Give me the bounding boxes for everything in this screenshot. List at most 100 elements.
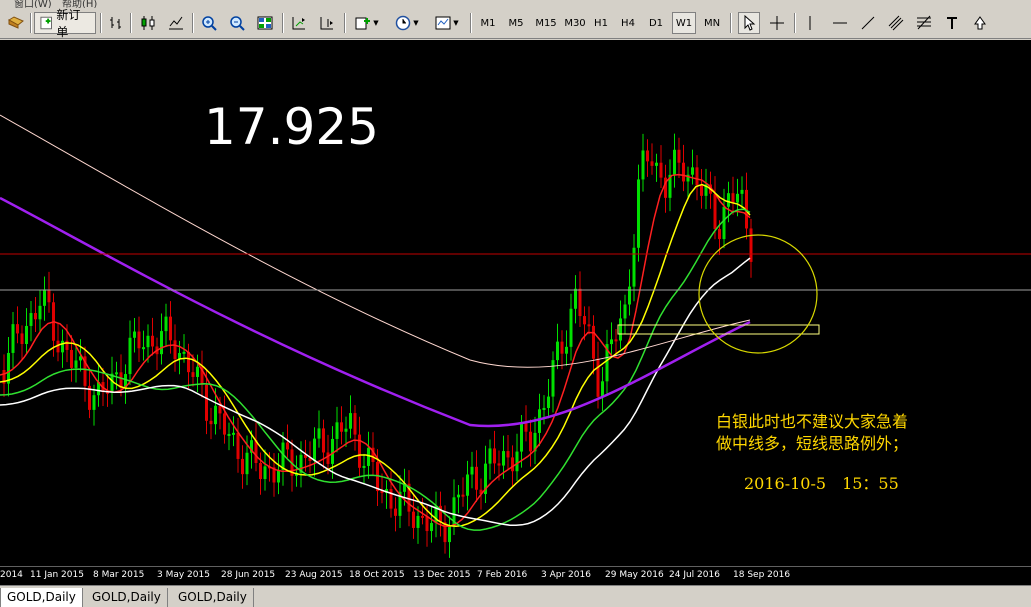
timeframe-w1[interactable]: W1 — [672, 12, 696, 34]
toolbar-separator — [794, 13, 796, 33]
toolbar-separator — [344, 13, 346, 33]
candle-body — [70, 349, 73, 368]
candle-body — [133, 331, 136, 338]
equidistant-channel-tool-button[interactable] — [886, 12, 906, 34]
candle-body — [412, 511, 415, 528]
candle-body — [286, 442, 289, 450]
tile-windows-button[interactable] — [254, 12, 276, 34]
candle-body — [637, 179, 640, 248]
candle-body — [556, 341, 559, 361]
candle-body — [722, 206, 726, 240]
timeframe-h4[interactable]: H4 — [616, 12, 640, 34]
candle-body — [128, 337, 132, 375]
new-order-button[interactable]: 新订单 — [34, 8, 96, 39]
candlestick-button[interactable] — [138, 12, 158, 34]
candle-body — [232, 432, 235, 435]
menu-window[interactable]: 窗口(W) — [14, 0, 52, 8]
candle-body — [574, 288, 577, 309]
vertical-line-icon — [809, 16, 811, 30]
toolbar-separator — [730, 13, 732, 33]
arrows-tool-button[interactable] — [970, 12, 990, 34]
candle-body — [623, 304, 627, 319]
comment-line-1: 白银此时也不建议大家急着 — [716, 412, 909, 431]
candle-body — [191, 372, 195, 377]
auto-scroll-button[interactable] — [288, 12, 310, 34]
timeframe-mn[interactable]: MN — [699, 12, 725, 34]
candle-body — [466, 474, 469, 496]
time-label: 18 Oct 2015 — [349, 570, 405, 580]
timeframe-m1[interactable]: M1 — [476, 12, 500, 34]
time-label: 28 Jun 2015 — [221, 570, 276, 580]
profiles-button[interactable] — [4, 12, 28, 34]
candle-body — [565, 346, 568, 354]
new-order-icon — [40, 16, 52, 30]
horizontal-line-tool-button[interactable] — [830, 12, 850, 34]
timeframe-m30[interactable]: M30 — [561, 12, 589, 34]
text-tool-button[interactable] — [942, 12, 962, 34]
toolbar-separator — [30, 13, 32, 33]
candle-body — [47, 289, 51, 303]
candle-body — [421, 515, 424, 518]
indicators-button[interactable]: ▼ — [350, 12, 384, 34]
candle-body — [367, 447, 370, 466]
candle-body — [731, 193, 735, 203]
candle-body — [488, 448, 492, 464]
highlight-circle — [698, 234, 818, 354]
timeframe-d1[interactable]: D1 — [644, 12, 668, 34]
candle-body — [331, 438, 334, 464]
candle-body — [29, 313, 33, 326]
time-label: 24 Jul 2016 — [669, 570, 720, 580]
vertical-line-tool-button[interactable] — [800, 12, 820, 34]
price-chart[interactable]: 17.925 白银此时也不建议大家急着 做中线多，短线思路例外； 2016-10… — [0, 40, 1031, 566]
candle-body — [362, 465, 366, 468]
zoom-in-button[interactable] — [198, 12, 220, 34]
time-label: 29 May 2016 — [605, 570, 664, 580]
cursor-tool-button[interactable] — [738, 12, 760, 34]
arrow-marker-icon — [974, 16, 986, 30]
trendline-tool-button[interactable] — [858, 12, 878, 34]
chart-tab[interactable]: GOLD,Daily — [172, 588, 254, 607]
timeframe-m15[interactable]: M15 — [532, 12, 560, 34]
candle-body — [205, 384, 208, 421]
timeframe-m5[interactable]: M5 — [503, 12, 529, 34]
candle-body — [506, 451, 510, 458]
fibonacci-icon — [917, 15, 931, 30]
periods-button[interactable]: ▼ — [390, 12, 424, 34]
chart-shift-button[interactable] — [316, 12, 338, 34]
candle-body — [313, 438, 316, 461]
candle-body — [461, 494, 465, 497]
candle-body — [578, 288, 582, 317]
candle-body — [655, 162, 658, 166]
candle-body — [596, 358, 600, 397]
line-chart-button[interactable] — [166, 12, 186, 34]
zoom-out-button[interactable] — [226, 12, 248, 34]
candle-body — [182, 351, 186, 354]
new-order-label: 新订单 — [56, 8, 81, 39]
candle-body — [7, 352, 10, 384]
candle-body — [259, 462, 262, 479]
candle-body — [749, 228, 753, 262]
candle-body — [619, 318, 622, 341]
candle-body — [457, 494, 460, 498]
candle-body — [524, 423, 528, 432]
trendline-icon — [861, 16, 875, 30]
candle-body — [682, 162, 685, 182]
toolbar-separator — [192, 13, 194, 33]
candle-body — [25, 325, 28, 345]
candle-body — [691, 167, 694, 175]
candle-body — [529, 431, 532, 452]
toolbar-separator — [470, 13, 472, 33]
candle-body — [673, 149, 676, 175]
candle-body — [349, 413, 352, 429]
chart-tab[interactable]: GOLD,Daily — [0, 588, 83, 607]
crosshair-tool-button[interactable] — [766, 12, 788, 34]
candle-body — [425, 515, 429, 532]
candle-body — [92, 395, 96, 410]
fibonacci-tool-button[interactable] — [914, 12, 934, 34]
templates-button[interactable]: ▼ — [430, 12, 464, 34]
bar-chart-button[interactable] — [106, 12, 126, 34]
candle-body — [218, 405, 222, 414]
indicators-icon — [355, 17, 371, 30]
timeframe-h1[interactable]: H1 — [590, 12, 612, 34]
chart-tab[interactable]: GOLD,Daily — [86, 588, 168, 607]
